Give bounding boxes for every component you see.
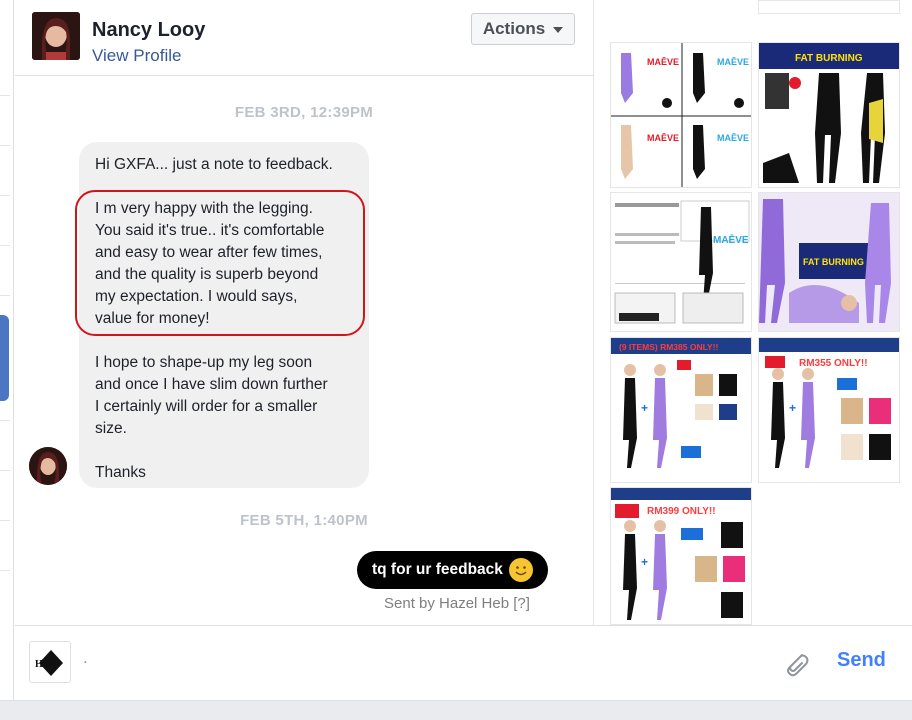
image-thumbnail[interactable]: MAĒVE MAĒVE MAĒVE MAĒVE xyxy=(610,42,752,188)
message-input[interactable]: . xyxy=(83,648,88,668)
conversation-header: Nancy Looy View Profile Actions xyxy=(15,0,593,76)
message-composer: HEB . Send xyxy=(15,625,912,700)
thumb-label: FAT BURNING xyxy=(803,257,864,267)
bottom-bar xyxy=(0,700,912,720)
message-line: Thanks xyxy=(95,464,146,481)
image-thumbnail[interactable]: RM355 ONLY!! + xyxy=(758,337,900,483)
divider xyxy=(0,195,10,196)
sender-avatar[interactable] xyxy=(29,447,67,485)
thumb-label: MAĒVE xyxy=(717,133,749,143)
selected-conversation-indicator[interactable] xyxy=(0,315,9,401)
image-thumbnail[interactable]: (9 ITEMS) RM385 ONLY!! + xyxy=(610,337,752,483)
message-thread: FEB 3RD, 12:39PM Hi GXFA... just a note … xyxy=(15,77,600,664)
logo-text: HEB xyxy=(35,659,56,670)
avatar[interactable] xyxy=(32,12,80,60)
thumb-label: FAT BURNING xyxy=(795,53,863,64)
divider xyxy=(0,295,10,296)
divider xyxy=(0,145,10,146)
chevron-down-icon xyxy=(553,27,564,33)
image-thumbnail[interactable] xyxy=(758,0,900,14)
message-line: and once I have slim down further xyxy=(95,376,328,393)
thumb-label: MAĒVE xyxy=(717,57,749,67)
image-thumbnail[interactable]: FAT BURNING xyxy=(758,192,900,332)
thumb-label: RM399 ONLY!! xyxy=(647,506,716,517)
thumb-label: MAĒVE xyxy=(647,57,679,67)
divider xyxy=(0,570,10,571)
page-logo: HEB xyxy=(29,641,71,683)
divider xyxy=(0,420,10,421)
sent-by-label: Sent by Hazel Heb [?] xyxy=(384,595,530,612)
divider xyxy=(0,470,10,471)
divider xyxy=(0,520,10,521)
svg-text:+: + xyxy=(641,555,648,569)
image-thumbnail[interactable]: RM399 ONLY!! + xyxy=(610,487,752,625)
message-timestamp: FEB 3RD, 12:39PM xyxy=(234,104,374,121)
thumb-label: MAĒVE xyxy=(647,133,679,143)
smiley-emoji-icon xyxy=(508,558,533,582)
message-line: I certainly will order for a smaller xyxy=(95,398,318,415)
message-line: size. xyxy=(95,420,127,437)
paperclip-icon[interactable] xyxy=(780,647,812,679)
outgoing-message-bubble: tq for ur feedback xyxy=(357,551,548,589)
message-timestamp: FEB 5TH, 1:40PM xyxy=(240,512,368,529)
divider xyxy=(0,245,10,246)
thumb-label: MAĒVE xyxy=(713,234,749,246)
contact-name[interactable]: Nancy Looy xyxy=(92,19,205,42)
thumb-label: (9 ITEMS) RM385 ONLY!! xyxy=(619,342,719,352)
svg-text:+: + xyxy=(789,401,796,415)
shared-images-panel: MAĒVE MAĒVE MAĒVE MAĒVE FAT BURNING MAĒV… xyxy=(593,0,912,625)
send-button[interactable]: Send xyxy=(837,649,886,672)
highlight-annotation xyxy=(75,190,365,336)
divider xyxy=(0,95,10,96)
actions-label: Actions xyxy=(482,19,546,38)
svg-text:+: + xyxy=(641,401,648,415)
actions-dropdown-button[interactable]: Actions xyxy=(471,13,575,45)
message-line: Hi GXFA... just a note to feedback. xyxy=(95,156,333,173)
image-thumbnail[interactable]: MAĒVE xyxy=(610,192,752,332)
left-sidebar-strip xyxy=(0,0,14,700)
message-text: tq for ur feedback xyxy=(372,561,503,578)
message-line: I hope to shape-up my leg soon xyxy=(95,354,313,371)
thumb-label: RM355 ONLY!! xyxy=(799,358,868,369)
view-profile-link[interactable]: View Profile xyxy=(92,46,181,66)
image-thumbnail[interactable]: FAT BURNING xyxy=(758,42,900,188)
